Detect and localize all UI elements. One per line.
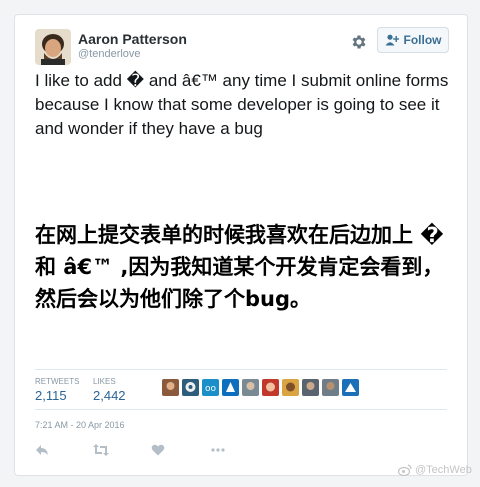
retweet-icon[interactable] (93, 443, 109, 457)
liker-avatar[interactable] (182, 379, 199, 396)
liker-avatar[interactable] (322, 379, 339, 396)
liker-avatars: oo (162, 379, 359, 396)
follow-label: Follow (403, 33, 442, 47)
user-handle[interactable]: @tenderlove (78, 48, 141, 60)
likes-stat[interactable]: LIKES 2,442 (93, 377, 126, 403)
gear-icon[interactable] (350, 33, 368, 51)
liker-avatar[interactable]: oo (202, 379, 219, 396)
add-user-icon (385, 34, 399, 46)
retweets-count: 2,115 (35, 388, 67, 403)
liker-avatar[interactable] (282, 379, 299, 396)
overlay-caption: 在网上提交表单的时候我喜欢在后边加上 � 和 â€™ ,因为我知道某个开发肯定会… (35, 223, 452, 311)
follow-button[interactable]: Follow (377, 27, 449, 53)
divider-top (35, 369, 447, 370)
likes-label: LIKES (93, 377, 116, 386)
retweets-stat[interactable]: RETWEETS 2,115 (35, 377, 79, 403)
tweet-text: I like to add � and â€™ any time I submi… (35, 71, 454, 138)
liker-avatar[interactable] (242, 379, 259, 396)
likes-count: 2,442 (93, 388, 126, 403)
like-icon[interactable] (151, 443, 165, 457)
watermark: @TechWeb (398, 464, 472, 476)
watermark-text: @TechWeb (415, 464, 472, 476)
liker-avatar[interactable] (162, 379, 179, 396)
weibo-icon (398, 464, 412, 476)
tweet-timestamp[interactable]: 7:21 AM - 20 Apr 2016 (35, 420, 125, 430)
avatar[interactable] (35, 29, 71, 65)
svg-text:oo: oo (205, 384, 217, 394)
retweets-label: RETWEETS (35, 377, 80, 386)
liker-avatar[interactable] (222, 379, 239, 396)
divider-middle (35, 409, 447, 410)
liker-avatar[interactable] (262, 379, 279, 396)
user-name[interactable]: Aaron Patterson (78, 31, 187, 47)
reply-icon[interactable] (35, 443, 49, 457)
tweet-card: Aaron Patterson @tenderlove Follow I lik… (14, 14, 468, 476)
more-icon[interactable] (211, 443, 225, 457)
liker-avatar[interactable] (302, 379, 319, 396)
liker-avatar[interactable] (342, 379, 359, 396)
